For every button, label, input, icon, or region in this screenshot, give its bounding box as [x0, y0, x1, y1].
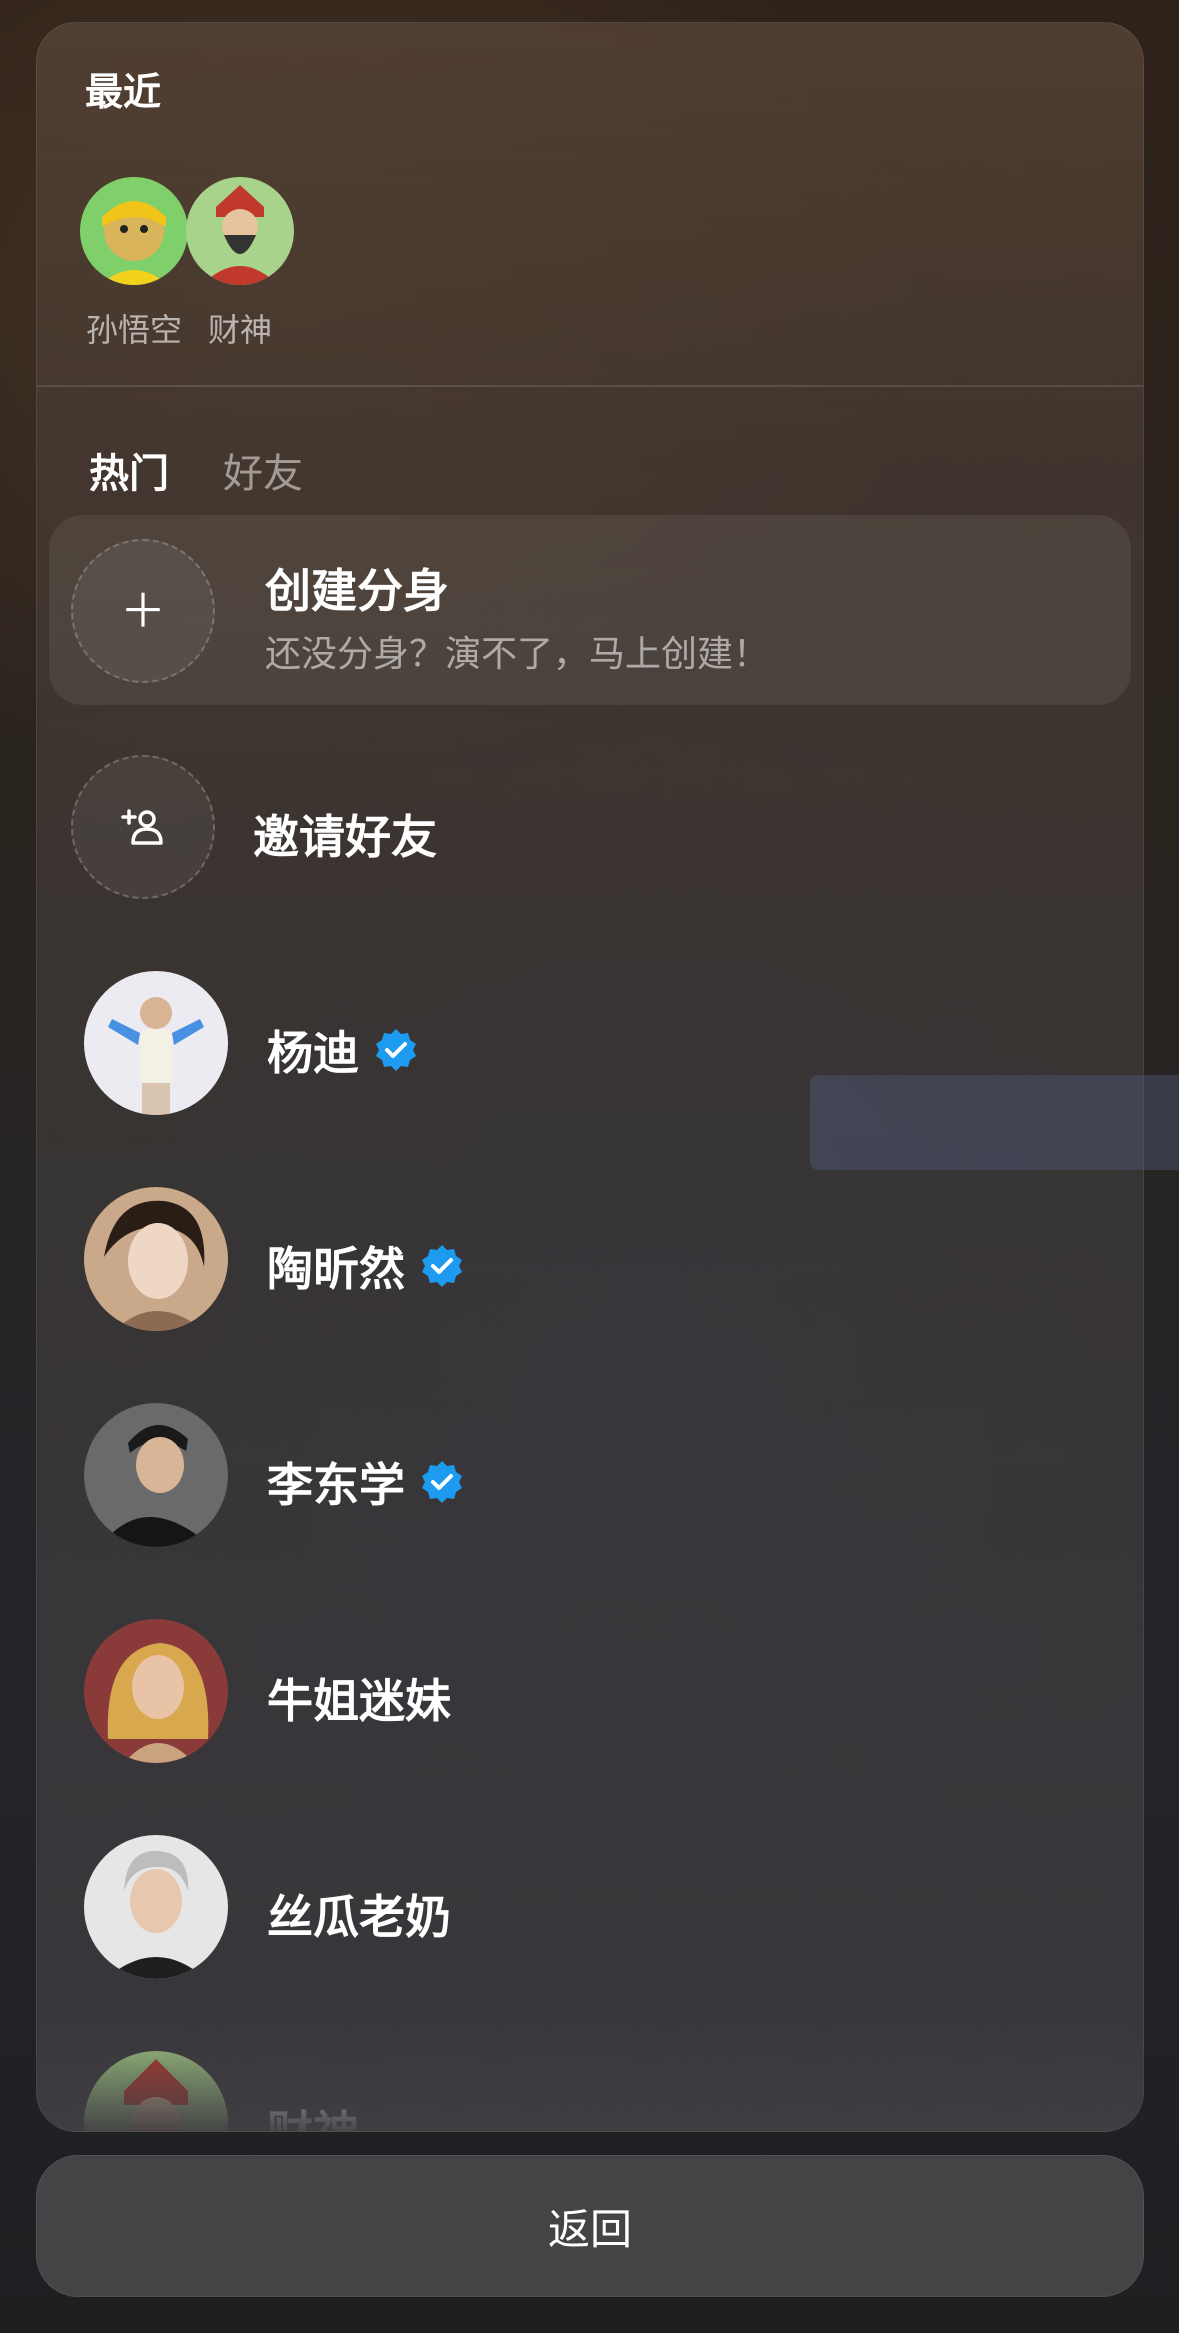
verified-badge-icon	[376, 1029, 416, 1071]
create-avatar-button[interactable]: ＋	[71, 539, 215, 683]
invite-friends-label: 邀请好友	[253, 810, 437, 864]
create-avatar-subtitle: 还没分身？演不了，马上创建！	[265, 634, 770, 675]
list-item-name: 杨迪	[267, 1026, 359, 1080]
tab-hot[interactable]: 热门	[89, 441, 169, 499]
section-divider	[37, 385, 1143, 387]
list-item[interactable]: 丝瓜老奶	[37, 1835, 1143, 1985]
list-item-name-row: 牛姐迷妹	[267, 1665, 451, 1731]
avatar	[84, 971, 228, 1115]
avatar	[84, 1403, 228, 1547]
verified-badge-icon	[422, 1461, 462, 1503]
list-item[interactable]: 陶昕然	[37, 1187, 1143, 1337]
list-item-name: 丝瓜老奶	[267, 1890, 451, 1944]
list-item-name-row: 李东学	[267, 1449, 465, 1515]
avatar	[186, 177, 294, 285]
create-avatar-card[interactable]: ＋ 创建分身 还没分身？演不了，马上创建！	[49, 515, 1131, 705]
recent-section-title: 最近	[85, 70, 162, 114]
invite-friends-button[interactable]	[71, 755, 215, 899]
avatar	[84, 1187, 228, 1331]
list-item[interactable]: 李东学	[37, 1403, 1143, 1553]
list-item-name: 牛姐迷妹	[267, 1674, 451, 1728]
plus-icon: ＋	[120, 584, 166, 638]
avatar	[84, 1835, 228, 1979]
list-item-name-row: 丝瓜老奶	[267, 1881, 451, 1947]
list-item-name-row: 陶昕然	[267, 1233, 465, 1299]
back-button[interactable]: 返回	[36, 2155, 1144, 2297]
list-item[interactable]: 牛姐迷妹	[37, 1619, 1143, 1769]
verified-badge-icon	[422, 1245, 462, 1287]
invite-friends-row[interactable]: 邀请好友	[37, 755, 1143, 905]
floating-overlay-bar	[810, 1075, 1179, 1170]
recent-item-caishen[interactable]: 财神	[175, 177, 305, 351]
avatar	[80, 177, 188, 285]
recent-item-name: 财神	[207, 311, 272, 349]
list-fade-overlay	[37, 2011, 1143, 2131]
add-user-icon	[121, 809, 163, 845]
list-item-name: 陶昕然	[267, 1242, 405, 1296]
list-item-name-row: 杨迪	[267, 1017, 419, 1083]
avatar	[84, 1619, 228, 1763]
list-item-name: 李东学	[267, 1458, 405, 1512]
category-tabs: 热门 好友	[89, 441, 303, 499]
tab-friends[interactable]: 好友	[223, 441, 303, 499]
create-avatar-title: 创建分身	[265, 564, 449, 618]
